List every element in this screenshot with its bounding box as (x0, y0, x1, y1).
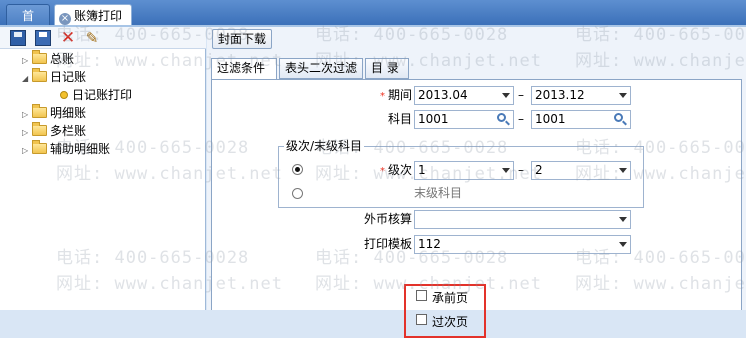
carry-forward-checkbox[interactable] (416, 290, 427, 301)
range-dash: – (518, 163, 524, 177)
required-mark: * (379, 91, 385, 102)
tree-item-detail-ledger[interactable]: ▷ 明细账 (22, 104, 86, 122)
period-label-text: 期间 (387, 88, 412, 102)
carry-over-checkbox[interactable] (416, 314, 427, 325)
chevron-down-icon[interactable] (619, 93, 627, 98)
level-to-select[interactable]: 2 (531, 161, 631, 180)
filter-form: * 期间 2013.04 – 2013.12 科目 1001 – 1001 级次/… (211, 79, 742, 338)
tree-item-label: 总账 (50, 52, 75, 66)
tree-item-label: 日记账打印 (72, 88, 133, 102)
expand-arrow-icon[interactable]: ▷ (22, 142, 32, 160)
carry-over-label: 过次页 (432, 315, 469, 329)
tree-item-label: 辅助明细账 (50, 142, 111, 156)
chevron-down-icon[interactable] (619, 217, 627, 222)
tab-catalog[interactable]: 目 录 (365, 58, 409, 79)
subject-from-input[interactable]: 1001 (414, 110, 514, 129)
period-from-select[interactable]: 2013.04 (414, 86, 514, 105)
carry-forward-label: 承前页 (432, 291, 469, 305)
required-mark: * (379, 166, 385, 177)
last-level-radio[interactable] (292, 188, 303, 199)
level-from-select[interactable]: 1 (414, 161, 514, 180)
subject-from-value: 1001 (418, 112, 449, 126)
tab-ledger-print-label: 账簿打印 (74, 9, 123, 23)
level-label: * 级次 (358, 161, 412, 179)
template-label: 打印模板 (363, 237, 412, 251)
tab-home[interactable]: 首页 (6, 4, 50, 45)
period-to-select[interactable]: 2013.12 (531, 86, 631, 105)
chevron-down-icon[interactable] (502, 93, 510, 98)
tree-item-journal-print[interactable]: 日记账打印 (60, 86, 133, 104)
folder-icon (32, 140, 47, 154)
collapse-arrow-icon[interactable]: ◢ (22, 70, 32, 88)
left-toolbar: ✕ ✎ (0, 27, 206, 49)
tree-item-label: 明细账 (50, 106, 87, 120)
folder-icon (32, 104, 47, 118)
cover-download-button[interactable]: 封面下载 (212, 29, 273, 49)
subject-to-input[interactable]: 1001 (531, 110, 631, 129)
edit-icon[interactable]: ✎ (84, 30, 100, 46)
tree-item-label: 多栏账 (50, 124, 87, 138)
chevron-down-icon[interactable] (619, 168, 627, 173)
subject-label: 科目 (387, 112, 412, 126)
level-to-value: 2 (535, 163, 543, 177)
folder-open-icon (32, 68, 47, 82)
level-from-value: 1 (418, 163, 426, 177)
level-radio[interactable] (292, 164, 303, 175)
tree-item-journal[interactable]: ◢ 日记账 (22, 68, 86, 86)
range-dash: – (518, 88, 524, 102)
subject-to-value: 1001 (535, 112, 566, 126)
period-label: * 期间 (358, 86, 412, 104)
period-to-value: 2013.12 (535, 88, 585, 102)
tree-item-label: 日记账 (50, 70, 87, 84)
tree-item-general-ledger[interactable]: ▷ 总账 (22, 50, 74, 68)
save-icon[interactable] (10, 30, 26, 46)
template-select[interactable]: 112 (414, 235, 631, 254)
search-icon[interactable] (496, 112, 510, 126)
period-from-value: 2013.04 (418, 88, 468, 102)
chevron-down-icon[interactable] (619, 242, 627, 247)
level-group-title: 级次/末级科目 (284, 138, 365, 154)
save-as-icon[interactable] (35, 30, 51, 46)
folder-icon (32, 50, 47, 64)
template-value: 112 (418, 237, 441, 251)
tab-ledger-print[interactable]: × 账簿打印 (54, 4, 132, 26)
currency-label: 外币核算 (363, 212, 412, 226)
leaf-dot-icon (60, 91, 68, 99)
delete-icon[interactable]: ✕ (60, 30, 76, 47)
folder-icon (32, 122, 47, 136)
close-icon[interactable]: × (59, 13, 71, 25)
chevron-down-icon[interactable] (502, 168, 510, 173)
last-level-label: 末级科目 (414, 186, 463, 200)
currency-select[interactable] (414, 210, 631, 229)
range-dash: – (518, 112, 524, 126)
tab-filter-conditions[interactable]: 过滤条件 (211, 58, 277, 80)
level-label-text: 级次 (387, 163, 412, 177)
tab-header-filter[interactable]: 表头二次过滤 (279, 58, 363, 79)
tree-item-aux-detail[interactable]: ▷ 辅助明细账 (22, 140, 110, 158)
left-panel: ✕ ✎ ▷ 总账 ◢ 日记账 日记账打印 ▷ 明细账 ▷ 多栏账 ▷ 辅助明细账 (0, 27, 206, 310)
tree-item-multi-column[interactable]: ▷ 多栏账 (22, 122, 86, 140)
right-panel: 封面下载 过滤条件 表头二次过滤 目 录 * 期间 2013.04 – 2013.… (207, 27, 746, 338)
search-icon[interactable] (613, 112, 627, 126)
